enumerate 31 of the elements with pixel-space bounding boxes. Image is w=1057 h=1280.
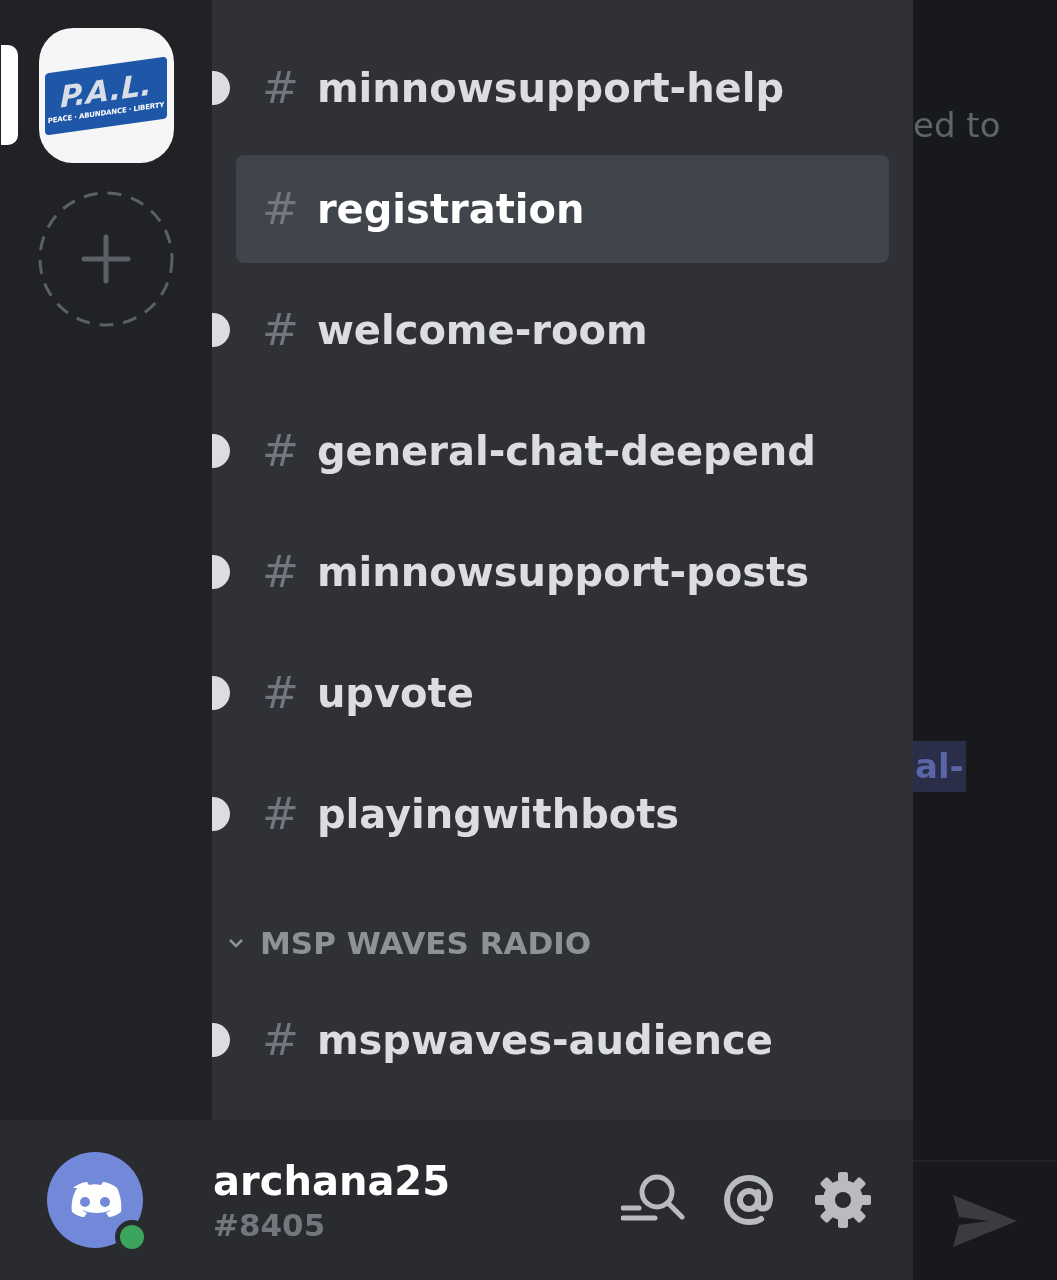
hash-icon: # xyxy=(262,308,299,352)
channel-name: minnowsupport-help xyxy=(316,64,785,113)
settings-icon[interactable] xyxy=(813,1170,873,1230)
add-server-icon[interactable] xyxy=(38,191,174,327)
hash-icon: # xyxy=(262,429,299,473)
hash-icon: # xyxy=(262,66,299,110)
channel-item[interactable]: # welcome-room xyxy=(236,276,889,384)
channel-name: minnowsupport-posts xyxy=(316,548,809,597)
channel-item[interactable]: # upvote xyxy=(236,639,889,747)
hash-icon: # xyxy=(262,550,299,594)
channel-name: playingwithbots xyxy=(316,790,680,839)
hash-icon: # xyxy=(262,1018,299,1062)
hash-icon: # xyxy=(262,187,299,231)
channel-item[interactable]: # minnowsupport-posts xyxy=(236,518,889,626)
channel-name: mspwaves-audience xyxy=(316,1016,773,1065)
category-header[interactable]: MSP WAVES RADIO xyxy=(226,913,592,973)
channel-item[interactable]: # general-chat-deepend xyxy=(236,397,889,505)
channel-name: welcome-room xyxy=(316,306,648,355)
channel-name: registration xyxy=(316,185,585,234)
avatar-icon[interactable] xyxy=(47,1152,143,1248)
username: archana25 xyxy=(213,1156,451,1206)
hash-icon: # xyxy=(262,792,299,836)
hash-icon: # xyxy=(262,671,299,715)
channel-item[interactable]: # mspwaves-audience xyxy=(236,986,889,1094)
channel-item[interactable]: # playingwithbots xyxy=(236,760,889,868)
message-text: ed to xyxy=(913,104,1002,147)
user-tag: #8405 xyxy=(213,1205,451,1245)
channel-item[interactable]: # minnowsupport-help xyxy=(236,34,889,142)
channel-name: general-chat-deepend xyxy=(316,427,816,476)
channel-name: upvote xyxy=(316,669,474,718)
channel-item[interactable]: # registration xyxy=(236,155,889,263)
